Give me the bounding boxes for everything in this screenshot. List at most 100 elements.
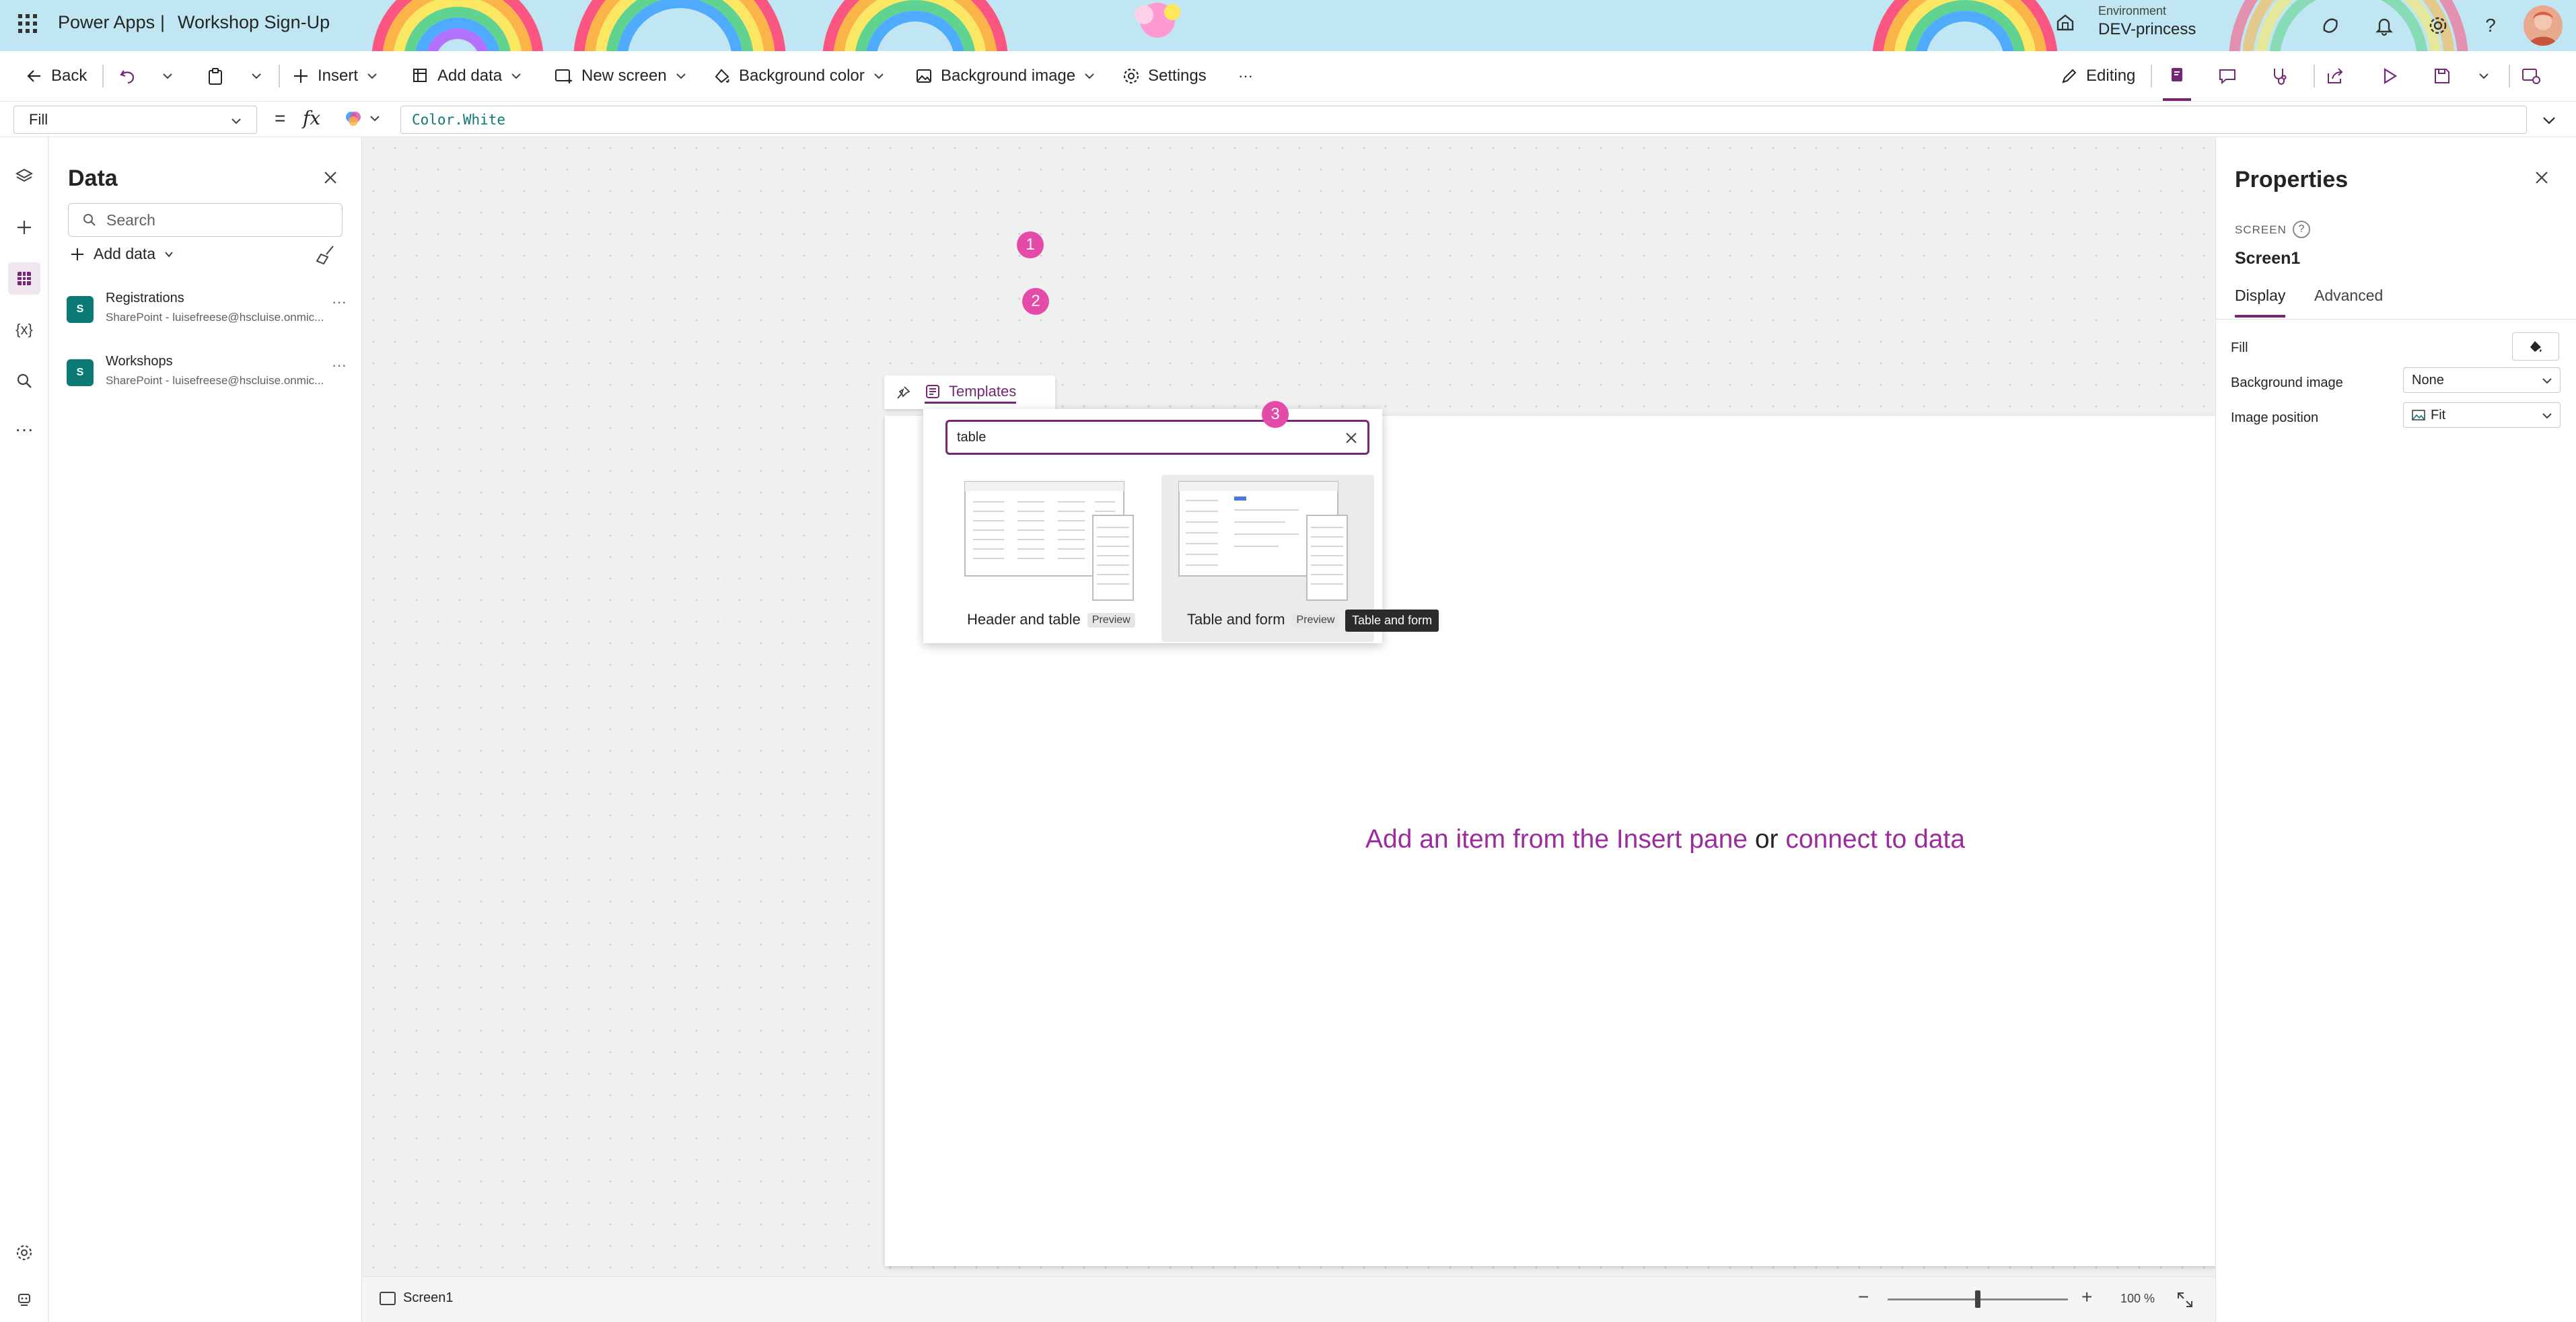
app-title: Workshop Sign-Up xyxy=(178,12,330,32)
tab-divider xyxy=(2216,319,2576,320)
chevron-down-icon xyxy=(874,73,884,79)
add-data-panel-button[interactable]: Add data xyxy=(69,245,174,263)
add-data-panel-label: Add data xyxy=(94,245,156,262)
more-options-icon[interactable]: ··· xyxy=(332,357,347,374)
add-data-button[interactable]: Add data xyxy=(412,51,522,101)
data-search-input[interactable]: Search xyxy=(68,203,343,237)
publish-button[interactable] xyxy=(2521,51,2541,101)
command-bar: Back Insert Add data New screen Backgrou… xyxy=(0,51,2576,101)
variables-icon[interactable]: {x} xyxy=(8,314,40,346)
settings-button[interactable]: Settings xyxy=(1122,51,1207,101)
chevron-down-icon xyxy=(231,118,241,124)
settings-rail-button[interactable] xyxy=(8,1237,40,1269)
copilot-formula-button[interactable] xyxy=(343,108,381,128)
data-source-workshops[interactable]: S Workshops SharePoint - luisefreese@hsc… xyxy=(67,350,349,397)
more-options-icon[interactable]: ··· xyxy=(332,293,347,311)
data-panel-title: Data xyxy=(68,166,118,191)
new-screen-label: New screen xyxy=(581,67,667,85)
expand-formula-chevron-icon[interactable] xyxy=(2541,112,2557,128)
paint-bucket-icon xyxy=(715,69,729,83)
search-rail-button[interactable] xyxy=(8,365,40,397)
template-header-and-table[interactable]: Header and table Preview xyxy=(935,475,1148,642)
tab-advanced[interactable]: Advanced xyxy=(2314,287,2383,318)
app-checker-button[interactable] xyxy=(2163,51,2191,101)
more-rail-icon[interactable]: ··· xyxy=(8,413,40,445)
settings-gear-icon[interactable] xyxy=(2424,11,2452,40)
fill-color-picker[interactable] xyxy=(2512,332,2559,361)
app-launcher-icon[interactable] xyxy=(16,12,39,35)
fx-label: fx xyxy=(303,107,321,129)
toolbar-divider xyxy=(102,65,104,87)
zoom-level: 100 % xyxy=(2120,1292,2155,1305)
undo-icon xyxy=(120,70,135,84)
toolbar-divider xyxy=(2151,65,2152,87)
notifications-bell-icon[interactable] xyxy=(2370,11,2398,40)
chevron-down-icon xyxy=(1085,73,1094,79)
templates-tab[interactable]: Templates xyxy=(925,381,1017,404)
insert-button[interactable]: Insert xyxy=(292,51,378,101)
background-image-value: None xyxy=(2412,372,2444,388)
clear-search-icon[interactable] xyxy=(1343,430,1359,446)
paste-dropdown[interactable] xyxy=(250,51,262,101)
broom-clean-icon[interactable] xyxy=(314,244,337,266)
help-icon[interactable]: ? xyxy=(2476,11,2505,40)
publish-icon xyxy=(2522,69,2540,84)
more-commands-button[interactable]: ··· xyxy=(1238,51,1253,101)
environment-icon xyxy=(2055,12,2075,32)
property-value: Fill xyxy=(29,111,48,128)
share-button[interactable] xyxy=(2326,51,2345,101)
hint-insert-pane[interactable]: Add an item from the Insert pane xyxy=(1365,825,1748,854)
user-avatar[interactable] xyxy=(2524,5,2563,46)
insert-rail-button[interactable] xyxy=(8,211,40,244)
undo-button[interactable] xyxy=(118,51,137,101)
tree-view-button[interactable] xyxy=(8,160,40,192)
templates-header: Templates xyxy=(884,375,1055,409)
editing-mode-button[interactable]: Editing xyxy=(2061,51,2135,101)
preview-play-button[interactable] xyxy=(2381,51,2398,101)
copilot-icon[interactable] xyxy=(2316,11,2345,40)
stethoscope-icon xyxy=(2274,69,2287,85)
save-button[interactable] xyxy=(2433,51,2451,101)
paste-button[interactable] xyxy=(206,51,225,101)
empty-canvas-hint: Add an item from the Insert pane or conn… xyxy=(1365,825,1965,854)
background-image-button[interactable]: Background image xyxy=(915,51,1096,101)
zoom-out-button[interactable]: − xyxy=(1858,1286,1869,1308)
image-icon xyxy=(917,69,931,83)
tab-advanced-label: Advanced xyxy=(2314,287,2384,304)
virtual-agent-button[interactable] xyxy=(8,1284,40,1316)
back-button[interactable]: Back xyxy=(26,51,87,101)
environment-label: Environment xyxy=(2098,4,2167,17)
help-info-icon[interactable]: ? xyxy=(2293,221,2310,238)
pin-icon[interactable] xyxy=(895,385,911,401)
undo-dropdown[interactable] xyxy=(162,51,174,101)
health-check-button[interactable] xyxy=(2270,51,2289,101)
image-position-dropdown[interactable]: Fit xyxy=(2403,402,2561,428)
template-table-and-form[interactable]: Table and form Preview xyxy=(1161,475,1374,642)
zoom-in-button[interactable]: + xyxy=(2081,1286,2092,1308)
screen-icon xyxy=(380,1291,396,1305)
save-dropdown[interactable] xyxy=(2478,51,2490,101)
new-screen-button[interactable]: New screen xyxy=(554,51,687,101)
zoom-slider-thumb[interactable] xyxy=(1975,1290,1980,1308)
property-dropdown[interactable]: Fill xyxy=(13,106,257,134)
environment-name[interactable]: DEV-princess xyxy=(2098,20,2196,39)
close-icon[interactable] xyxy=(321,168,340,187)
hint-connect-data-link[interactable]: connect to data xyxy=(1785,825,1965,854)
screen-selector[interactable]: Screen1 xyxy=(379,1290,454,1306)
background-image-dropdown[interactable]: None xyxy=(2403,367,2561,393)
comments-button[interactable] xyxy=(2218,51,2237,101)
close-icon[interactable] xyxy=(2532,168,2551,187)
data-source-registrations[interactable]: S Registrations SharePoint - luisefreese… xyxy=(67,287,349,334)
tab-display[interactable]: Display xyxy=(2235,287,2286,318)
formula-input[interactable]: Color.White xyxy=(400,106,2527,134)
formula-bar: Fill = fx Color.White xyxy=(0,101,2576,137)
data-rail-button[interactable] xyxy=(8,262,40,295)
fit-to-screen-icon[interactable] xyxy=(2176,1290,2194,1309)
background-color-button[interactable]: Background color xyxy=(713,51,885,101)
template-name: Table and form xyxy=(1187,611,1285,628)
image-position-label: Image position xyxy=(2231,410,2319,425)
gear-icon xyxy=(1123,68,1139,84)
templates-search-input[interactable]: table xyxy=(945,420,1369,455)
comment-icon xyxy=(2219,69,2235,85)
plus-icon xyxy=(17,221,31,234)
